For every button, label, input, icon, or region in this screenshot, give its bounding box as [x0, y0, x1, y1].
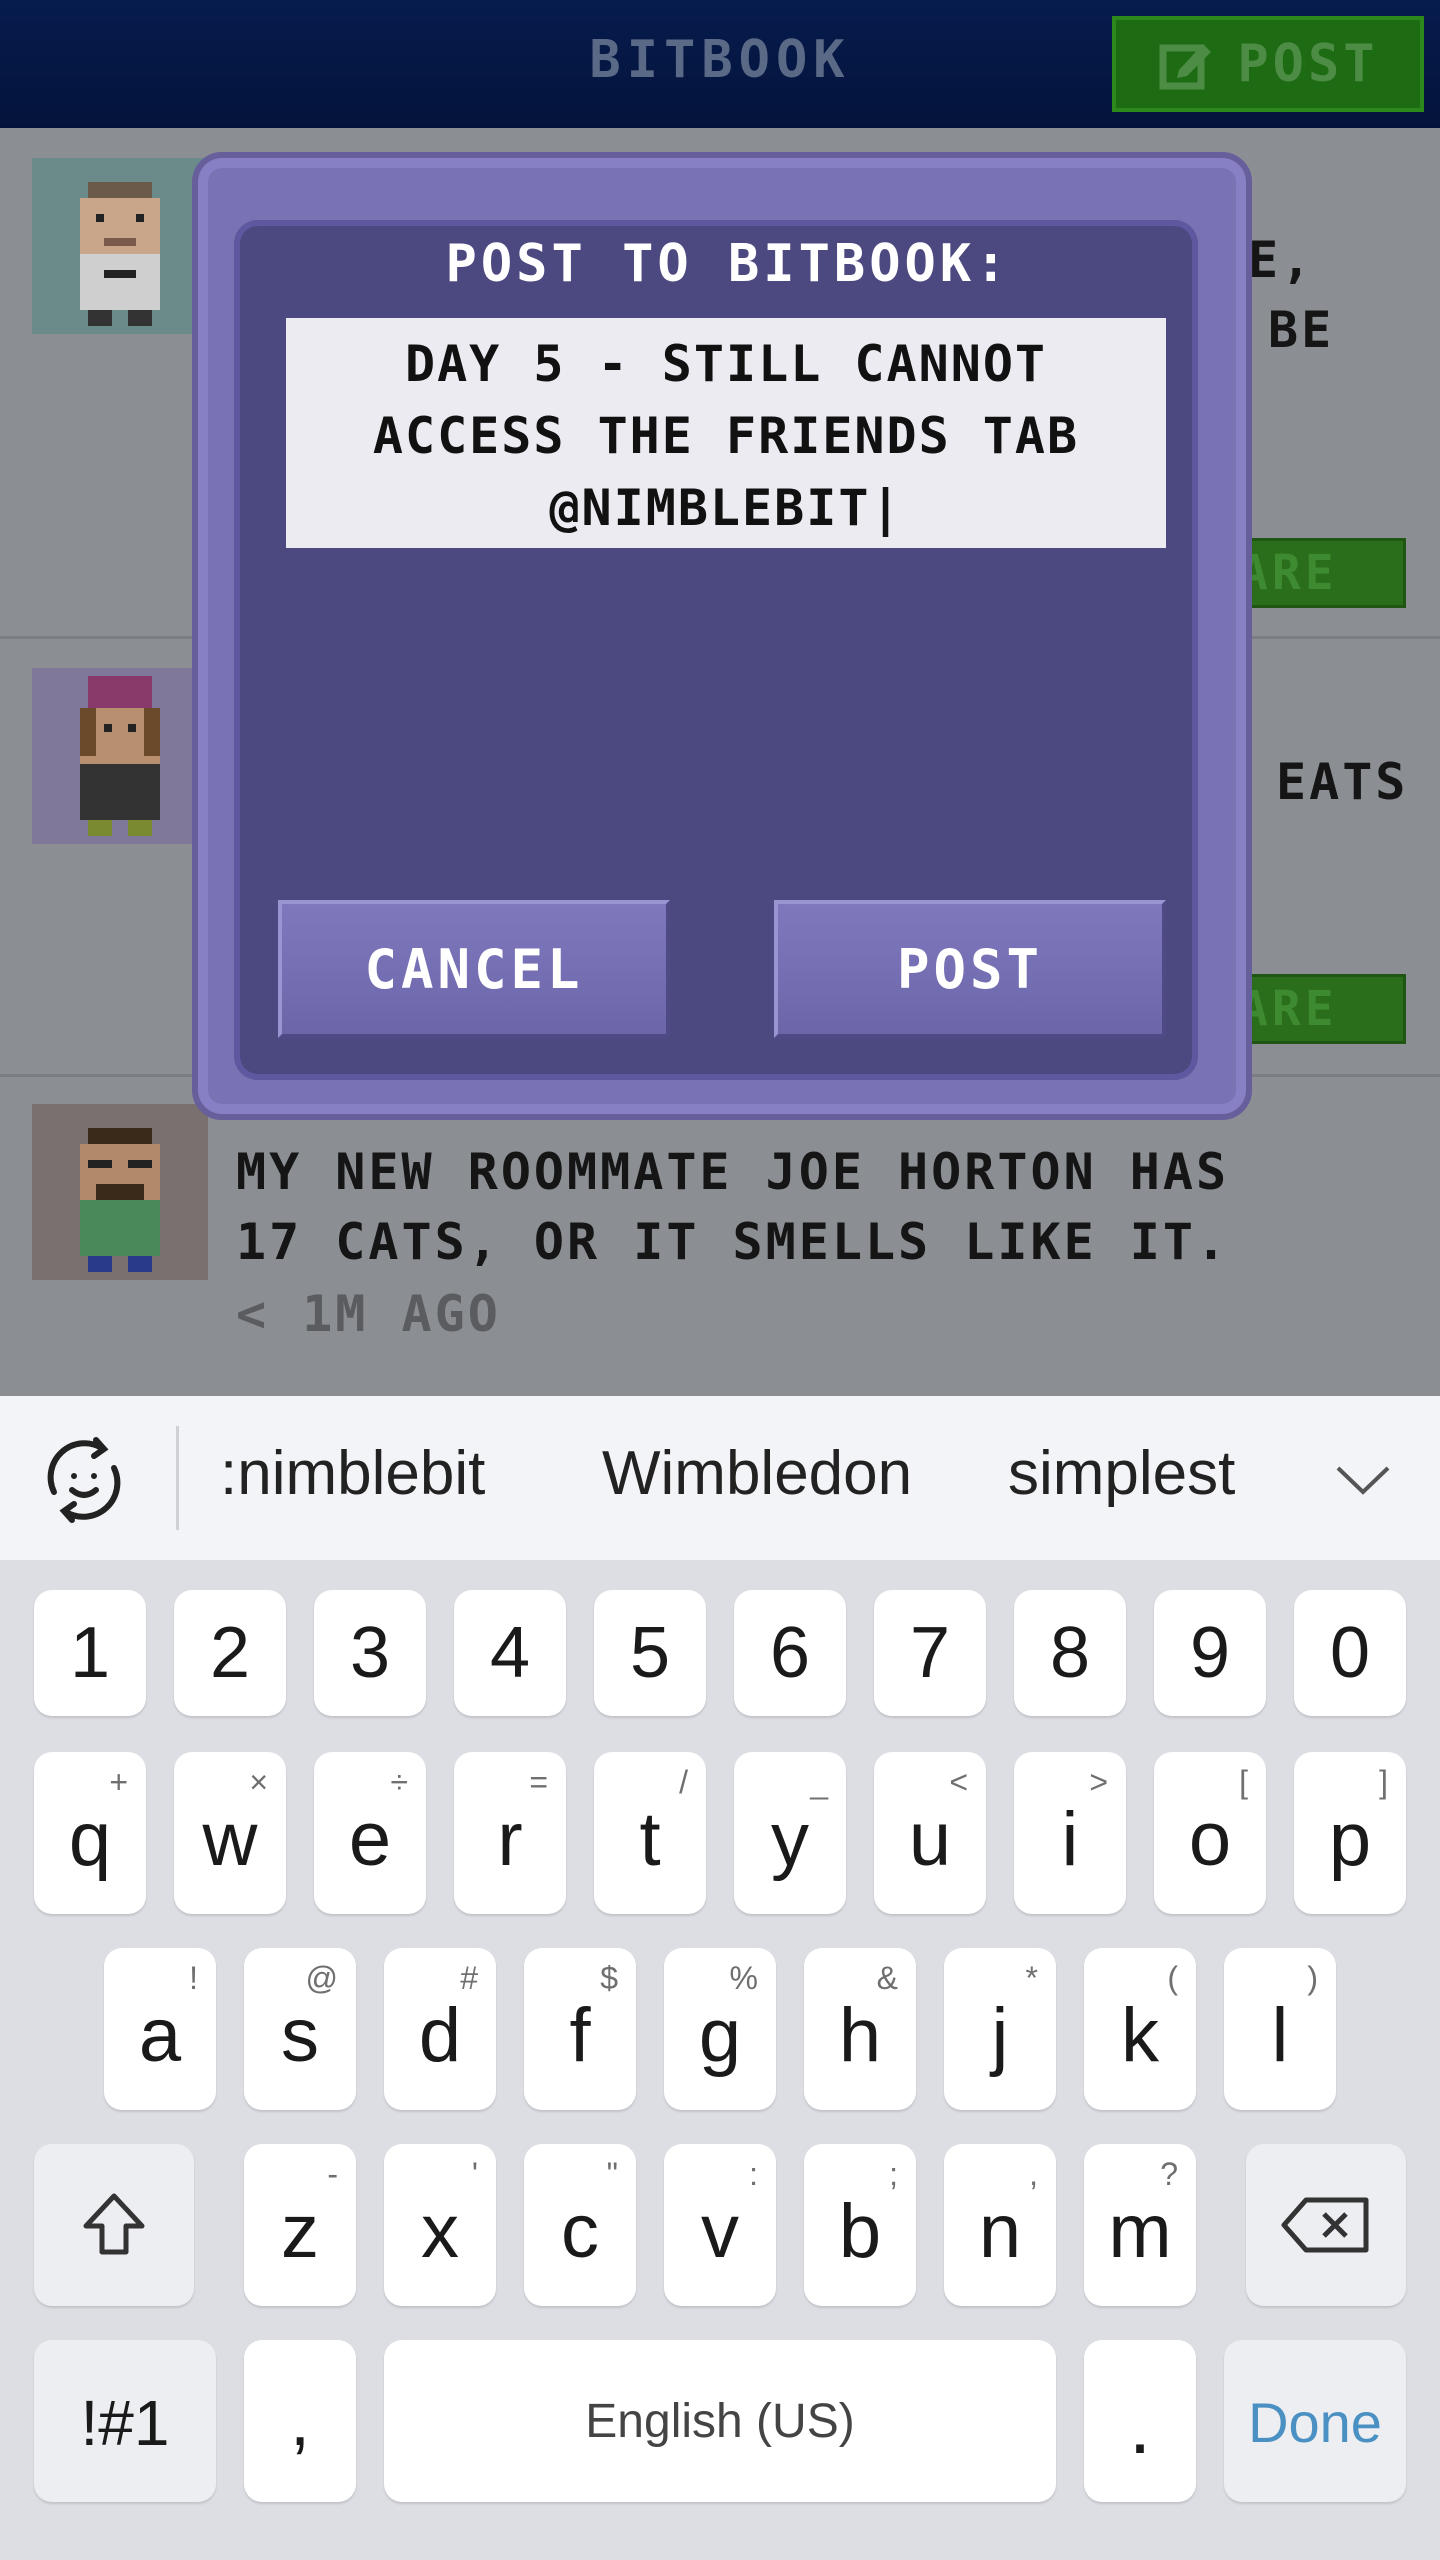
key-d[interactable]: # d [384, 1948, 496, 2110]
key-9[interactable]: 9 [1154, 1590, 1266, 1716]
key-1[interactable]: 1 [34, 1590, 146, 1716]
suggestion-item[interactable]: simplest [1008, 1438, 1235, 1509]
key-6[interactable]: 6 [734, 1590, 846, 1716]
suggestion-item[interactable]: Wimbledon [602, 1438, 912, 1509]
header-post-button[interactable]: POST [1112, 16, 1424, 112]
feed-text-line: 17 CATS, OR IT SMELLS LIKE IT. [236, 1213, 1230, 1271]
suggestion-bar: :nimblebit Wimbledon simplest [0, 1396, 1440, 1562]
suggestion-divider [176, 1426, 179, 1530]
feed-text-line: MY NEW ROOMMATE JOE HORTON HAS [236, 1143, 1230, 1201]
key-p[interactable]: ] p [1294, 1752, 1406, 1914]
post-button[interactable]: POST [774, 900, 1166, 1038]
feed-text-line: BE [1268, 301, 1335, 359]
key-b[interactable]: ; b [804, 2144, 916, 2306]
avatar [32, 668, 208, 844]
key-u[interactable]: < u [874, 1752, 986, 1914]
key-q[interactable]: + q [34, 1752, 146, 1914]
key-r[interactable]: = r [454, 1752, 566, 1914]
symbols-key[interactable]: !#1 [34, 2340, 216, 2502]
key-c[interactable]: " c [524, 2144, 636, 2306]
feed-timestamp: < 1M AGO [236, 1285, 501, 1343]
key-o[interactable]: [o [1154, 1752, 1266, 1914]
keyboard: 1 2 3 4 5 6 7 8 9 0 + q × w ÷ e = r / t _ y < u… [0, 1560, 1440, 2560]
key-2[interactable]: 2 [174, 1590, 286, 1716]
period-key[interactable]: . [1084, 2340, 1196, 2502]
key-t[interactable]: / t [594, 1752, 706, 1914]
chevron-down-icon[interactable] [1330, 1446, 1396, 1512]
key-n[interactable]: ,n [944, 2144, 1056, 2306]
header-post-label: POST [1237, 34, 1379, 94]
key-i[interactable]: > i [1014, 1752, 1126, 1914]
feed-text-line: EATS [1276, 753, 1409, 811]
key-h[interactable]: & h [804, 1948, 916, 2110]
cancel-button[interactable]: CANCEL [278, 900, 670, 1038]
key-k[interactable]: (k [1084, 1948, 1196, 2110]
key-5[interactable]: 5 [594, 1590, 706, 1716]
app-header: BITBOOK POST [0, 0, 1440, 128]
post-dialog: POST TO BITBOOK: DAY 5 - STILL CANNOT AC… [192, 152, 1252, 1120]
key-l[interactable]: ) l [1224, 1948, 1336, 2110]
done-key[interactable]: Done [1224, 2340, 1406, 2502]
key-x[interactable]: ' x [384, 2144, 496, 2306]
avatar [32, 158, 208, 334]
shift-key[interactable] [34, 2144, 194, 2306]
post-dialog-title: POST TO BITBOOK: [445, 234, 1011, 294]
key-0[interactable]: 0 [1294, 1590, 1406, 1716]
key-7[interactable]: 7 [874, 1590, 986, 1716]
backspace-icon [1281, 2197, 1369, 2253]
key-s[interactable]: @ s [244, 1948, 356, 2110]
key-a[interactable]: ! a [104, 1948, 216, 2110]
key-3[interactable]: 3 [314, 1590, 426, 1716]
avatar [32, 1104, 208, 1280]
key-z[interactable]: -z [244, 2144, 356, 2306]
post-text-input[interactable]: DAY 5 - STILL CANNOT ACCESS THE FRIENDS … [286, 318, 1166, 548]
key-v[interactable]: :v [664, 2144, 776, 2306]
key-j[interactable]: * j [944, 1948, 1056, 2110]
key-e[interactable]: ÷ e [314, 1752, 426, 1914]
suggestion-item[interactable]: :nimblebit [220, 1438, 485, 1509]
backspace-key[interactable] [1246, 2144, 1406, 2306]
key-m[interactable]: ? m [1084, 2144, 1196, 2306]
key-f[interactable]: $ f [524, 1948, 636, 2110]
compose-icon [1159, 44, 1212, 90]
key-4[interactable]: 4 [454, 1590, 566, 1716]
key-y[interactable]: _ y [734, 1752, 846, 1914]
shift-icon [83, 2193, 145, 2255]
key-g[interactable]: % g [664, 1948, 776, 2110]
emoji-refresh-icon[interactable] [36, 1432, 132, 1528]
key-w[interactable]: × w [174, 1752, 286, 1914]
feed-item: GABRIEL STEVENS MY NEW ROOMMATE JOE HORT… [0, 1073, 1440, 1396]
space-key[interactable]: English (US) [384, 2340, 1056, 2502]
key-8[interactable]: 8 [1014, 1590, 1126, 1716]
comma-key[interactable]: , [244, 2340, 356, 2502]
